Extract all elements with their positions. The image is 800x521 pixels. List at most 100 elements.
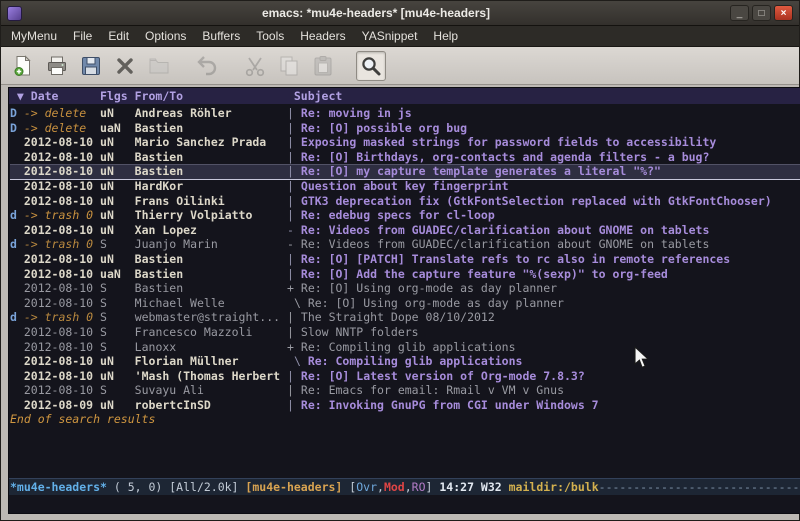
spacer <box>280 267 287 281</box>
message-row[interactable]: d -> trash 0 S Juanjo Marin - Re: Videos… <box>10 237 800 252</box>
message-row[interactable]: 2012-08-10 S Bastien + Re: [O] Using org… <box>10 281 800 296</box>
message-row[interactable]: 2012-08-09 uN robertcInSD | Re: Invoking… <box>10 398 800 413</box>
message-row[interactable]: 2012-08-10 uN Xan Lopez - Re: Videos fro… <box>10 223 800 238</box>
message-flags: uN <box>100 106 128 120</box>
modeline-plain: ( 5, 0) [All/2.0k] <box>107 480 245 494</box>
toolbar-save-button[interactable] <box>76 51 106 81</box>
menu-item-file[interactable]: File <box>65 27 100 45</box>
menu-item-options[interactable]: Options <box>137 27 194 45</box>
message-date: 2012-08-10 <box>10 194 93 208</box>
spacer <box>280 208 287 222</box>
message-date: 2012-08-10 <box>10 164 93 178</box>
message-flags: uN <box>100 194 128 208</box>
message-row[interactable]: D -> delete uaN Bastien | Re: [O] possib… <box>10 121 800 136</box>
spacer <box>128 179 135 193</box>
emacs-app-icon[interactable] <box>7 6 22 21</box>
message-flags: uN <box>100 135 128 149</box>
maximize-button[interactable]: □ <box>752 5 771 21</box>
toolbar-open-folder-button <box>144 51 174 81</box>
message-row[interactable]: 2012-08-10 S Francesco Mazzoli | Slow NN… <box>10 325 800 340</box>
spacer <box>93 281 100 295</box>
thread-char: + <box>287 281 294 295</box>
menu-item-help[interactable]: Help <box>425 27 466 45</box>
search-icon <box>359 54 383 78</box>
minimize-button[interactable]: _ <box>730 5 749 21</box>
thread-char: | <box>287 267 294 281</box>
spacer <box>280 325 287 339</box>
headers-column-header[interactable]: ▼ Date Flgs From/To Subject <box>9 88 800 104</box>
toolbar-close-buffer-button[interactable] <box>110 51 140 81</box>
message-subject: Slow NNTP folders <box>301 325 419 339</box>
mark-action: -> trash 0 <box>17 310 93 324</box>
menu-item-headers[interactable]: Headers <box>292 27 353 45</box>
message-row[interactable]: 2012-08-10 uN Bastien | Re: [O] my captu… <box>10 164 800 179</box>
spacer <box>128 325 135 339</box>
message-row[interactable]: 2012-08-10 uaN Bastien | Re: [O] Add the… <box>10 267 800 282</box>
message-flags: uN <box>100 369 128 383</box>
message-flags: uN <box>100 150 128 164</box>
message-subject: Re: [O] Latest version of Org-mode 7.8.3… <box>301 369 585 383</box>
spacer <box>301 296 308 310</box>
message-flags: uN <box>100 252 128 266</box>
message-from: Andreas Röhler <box>135 106 280 120</box>
spacer <box>280 252 287 266</box>
message-row[interactable]: 2012-08-10 S Lanoxx + Re: Compiling glib… <box>10 340 800 355</box>
menu-item-yasnippet[interactable]: YASnippet <box>354 27 426 45</box>
modeline-mod: Mod <box>384 480 405 494</box>
spacer <box>294 340 301 354</box>
thread-char: | <box>287 398 294 412</box>
message-from: 'Mash (Thomas Herbert <box>135 369 280 383</box>
message-row[interactable]: 2012-08-10 uN Frans Oilinki | GTK3 depre… <box>10 194 800 209</box>
message-row[interactable]: 2012-08-10 uN 'Mash (Thomas Herbert | Re… <box>10 369 800 384</box>
spacer <box>280 340 287 354</box>
message-from: HardKor <box>135 179 280 193</box>
toolbar-new-file-button[interactable] <box>8 51 38 81</box>
menu-item-edit[interactable]: Edit <box>100 27 137 45</box>
message-subject: GTK3 deprecation fix (GtkFontSelection r… <box>301 194 772 208</box>
message-date: 2012-08-10 <box>10 383 93 397</box>
toolbar-print-button[interactable] <box>42 51 72 81</box>
message-subject: Re: Videos from GUADEC/clarification abo… <box>301 223 710 237</box>
print-icon <box>45 54 69 78</box>
spacer <box>93 398 100 412</box>
message-row[interactable]: d -> trash 0 uN Thierry Volpiatto | Re: … <box>10 208 800 223</box>
message-flags: S <box>100 281 128 295</box>
message-row[interactable]: D -> delete uN Andreas Röhler | Re: movi… <box>10 106 800 121</box>
spacer <box>294 150 301 164</box>
close-button[interactable]: × <box>774 5 793 21</box>
message-row[interactable]: 2012-08-10 S Suvayu Ali | Re: Emacs for … <box>10 383 800 398</box>
spacer <box>280 383 287 397</box>
message-flags: uN <box>100 223 128 237</box>
menu-item-mymenu[interactable]: MyMenu <box>3 27 65 45</box>
modeline-major-mode: [mu4e-headers] <box>245 480 342 494</box>
thread-char: - <box>287 223 294 237</box>
spacer <box>294 398 301 412</box>
toolbar-search-button[interactable] <box>356 51 386 81</box>
message-row[interactable]: d -> trash 0 S webmaster@straight... | T… <box>10 310 800 325</box>
spacer <box>93 296 100 310</box>
titlebar[interactable]: emacs: *mu4e-headers* [mu4e-headers] _ □… <box>1 1 799 26</box>
spacer <box>93 150 100 164</box>
message-row[interactable]: 2012-08-10 S Michael Welle \ Re: [O] Usi… <box>10 296 800 311</box>
message-row[interactable]: 2012-08-10 uN Bastien | Re: [O] [PATCH] … <box>10 252 800 267</box>
message-date: 2012-08-10 <box>10 325 93 339</box>
message-from: Bastien <box>135 281 280 295</box>
message-from: Lanoxx <box>135 340 280 354</box>
message-date: 2012-08-10 <box>10 135 93 149</box>
menu-item-tools[interactable]: Tools <box>248 27 292 45</box>
message-flags: uN <box>100 354 128 368</box>
spacer <box>128 354 135 368</box>
menu-item-buffers[interactable]: Buffers <box>194 27 248 45</box>
thread-char: | <box>287 383 294 397</box>
spacer <box>128 164 135 178</box>
spacer <box>280 179 287 193</box>
message-subject: Re: [O] possible org bug <box>301 121 467 135</box>
message-row[interactable]: 2012-08-10 uN Florian Müllner \ Re: Comp… <box>10 354 800 369</box>
message-row[interactable]: 2012-08-10 uN Mario Sanchez Prada | Expo… <box>10 135 800 150</box>
message-row[interactable]: 2012-08-10 uN HardKor | Question about k… <box>10 179 800 194</box>
spacer <box>294 369 301 383</box>
message-from: Thierry Volpiatto <box>135 208 280 222</box>
mode-line[interactable]: *mu4e-headers* ( 5, 0) [All/2.0k] [mu4e-… <box>9 478 800 495</box>
copy-icon <box>277 54 301 78</box>
message-row[interactable]: 2012-08-10 uN Bastien | Re: [O] Birthday… <box>10 150 800 165</box>
